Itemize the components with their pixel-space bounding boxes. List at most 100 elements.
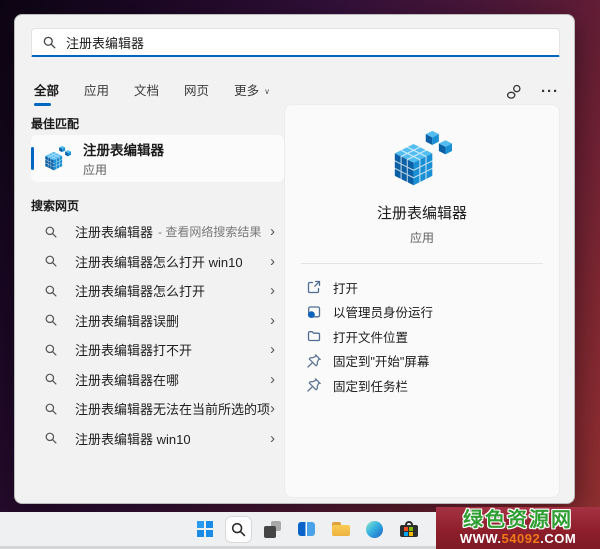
folder-icon [307,331,321,342]
widgets-icon [298,522,315,536]
start-icon [196,521,213,537]
suggestion-text: 注册表编辑器在哪 [75,372,180,388]
taskbar-icons [191,515,422,543]
tab-更多[interactable]: 更多 ∨ [233,76,271,108]
chevron-right-icon: › [270,400,275,418]
search-flyout-panel: 注册表编辑器 全部 应用 文档 网页 更多 ∨ ··· 最佳匹配 注册表编辑器 … [14,14,575,504]
search-suggestion-row[interactable]: 注册表编辑器无法在当前所选的项 › [31,394,284,424]
chevron-right-icon: › [270,311,275,329]
divider [301,263,543,264]
watermark: 绿色资源网 WWW.54092.COM [436,507,600,549]
store-icon [399,521,418,537]
sign-in-options-icon[interactable] [504,82,524,102]
best-match-item[interactable]: 注册表编辑器 应用 [31,135,284,182]
search-icon [43,36,56,48]
taskbar-search-taskbar-button[interactable] [225,515,252,543]
search-taskbar-icon [230,521,247,538]
registry-editor-icon [44,145,71,172]
search-suggestion-row[interactable]: 注册表编辑器怎么打开 win10 › [31,247,284,277]
web-search-heading: 搜索网页 [31,199,80,213]
best-match-title: 注册表编辑器 [83,143,164,158]
preview-panel: 注册表编辑器 应用 打开 以管理员身份运行 打开文件位置 固定到"开始"屏幕 固… [284,104,560,498]
taskbar-widgets-button[interactable] [293,516,320,543]
suggestion-suffix: - 查看网络搜索结果 [158,225,262,240]
search-icon [44,254,59,268]
registry-icon [394,130,452,186]
suggestion-text: 注册表编辑器 [75,225,154,241]
suggestion-text: 注册表编辑器打不开 [75,343,193,359]
search-input[interactable]: 注册表编辑器 [31,28,560,57]
taskbar-file-explorer-button[interactable] [327,516,354,543]
action-label: 固定到"开始"屏幕 [333,355,430,370]
suggestion-text: 注册表编辑器怎么打开 win10 [75,254,243,270]
search-filter-tabs: 全部 应用 文档 网页 更多 ∨ ··· [33,77,560,107]
action-pin-taskbar[interactable]: 固定到任务栏 [306,373,538,398]
chevron-down-icon: ∨ [264,87,270,96]
tabs: 全部 应用 文档 网页 更多 ∨ [33,76,294,108]
preview-app-subtitle: 应用 [409,231,434,245]
action-folder[interactable]: 打开文件位置 [306,324,538,349]
chevron-right-icon: › [270,341,275,359]
search-suggestion-row[interactable]: 注册表编辑器在哪 › [31,365,284,395]
watermark-site-name: 绿色资源网 [463,509,573,531]
pin-taskbar-icon [307,378,321,392]
search-icon [44,431,59,445]
search-icon [44,225,59,239]
selection-accent-bar [31,147,34,170]
tab-label: 文档 [134,84,160,98]
action-pin-start[interactable]: 固定到"开始"屏幕 [306,349,538,374]
action-label: 以管理员身份运行 [333,306,434,321]
web-suggestions-list: 注册表编辑器 - 查看网络搜索结果 › 注册表编辑器怎么打开 win10 › 注… [31,217,284,453]
suggestion-text: 注册表编辑器 win10 [75,431,191,447]
search-icon [44,372,59,386]
search-suggestion-row[interactable]: 注册表编辑器打不开 › [31,335,284,365]
tab-label: 网页 [184,84,210,98]
edge-icon [366,520,383,538]
tab-文档[interactable]: 文档 [133,76,160,108]
more-options-icon[interactable]: ··· [540,82,560,102]
action-run-as-admin[interactable]: 以管理员身份运行 [306,300,538,325]
header-actions: ··· [504,82,560,102]
registry-editor-icon-large [285,129,559,189]
search-query-text: 注册表编辑器 [66,35,145,51]
action-label: 固定到任务栏 [333,379,409,394]
taskbar-task-view-button[interactable] [259,516,286,543]
taskbar-edge-button[interactable] [361,516,388,543]
suggestion-text: 注册表编辑器无法在当前所选的项 [74,402,270,418]
chevron-right-icon: › [270,282,275,300]
file-explorer-icon [331,522,350,536]
tab-网页[interactable]: 网页 [183,76,210,108]
taskbar-start-button[interactable] [191,516,218,543]
search-icon [44,313,59,327]
action-open-external[interactable]: 打开 [306,275,538,300]
suggestion-text: 注册表编辑器误删 [75,313,180,329]
task-view-icon [264,520,281,538]
search-suggestion-row[interactable]: 注册表编辑器 win10 › [31,424,284,454]
chevron-right-icon: › [270,223,275,241]
tab-label: 应用 [84,84,110,98]
chevron-right-icon: › [270,370,275,388]
tab-全部[interactable]: 全部 [33,76,60,108]
open-external-icon [307,281,321,294]
search-suggestion-row[interactable]: 注册表编辑器误删 › [31,306,284,336]
search-suggestion-row[interactable]: 注册表编辑器怎么打开 › [31,276,284,306]
best-match-subtitle: 应用 [83,163,108,177]
tab-label: 全部 [34,84,60,98]
chevron-right-icon: › [270,429,275,447]
registry-icon [45,145,71,171]
run-as-admin-icon [308,306,321,318]
search-icon [44,284,59,298]
taskbar-store-button[interactable] [395,516,422,543]
watermark-url: WWW.54092.COM [459,531,577,546]
pin-start-icon [307,353,321,368]
chevron-right-icon: › [270,252,275,270]
action-label: 打开 [333,281,359,296]
suggestion-text: 注册表编辑器怎么打开 [75,284,206,300]
search-suggestion-row[interactable]: 注册表编辑器 - 查看网络搜索结果 › [31,217,284,247]
search-icon [44,402,59,416]
search-icon [44,343,59,357]
tab-应用[interactable]: 应用 [83,76,110,108]
tab-label: 更多 [234,84,260,98]
best-match-heading: 最佳匹配 [31,117,80,131]
context-actions-list: 打开 以管理员身份运行 打开文件位置 固定到"开始"屏幕 固定到任务栏 [285,275,559,398]
